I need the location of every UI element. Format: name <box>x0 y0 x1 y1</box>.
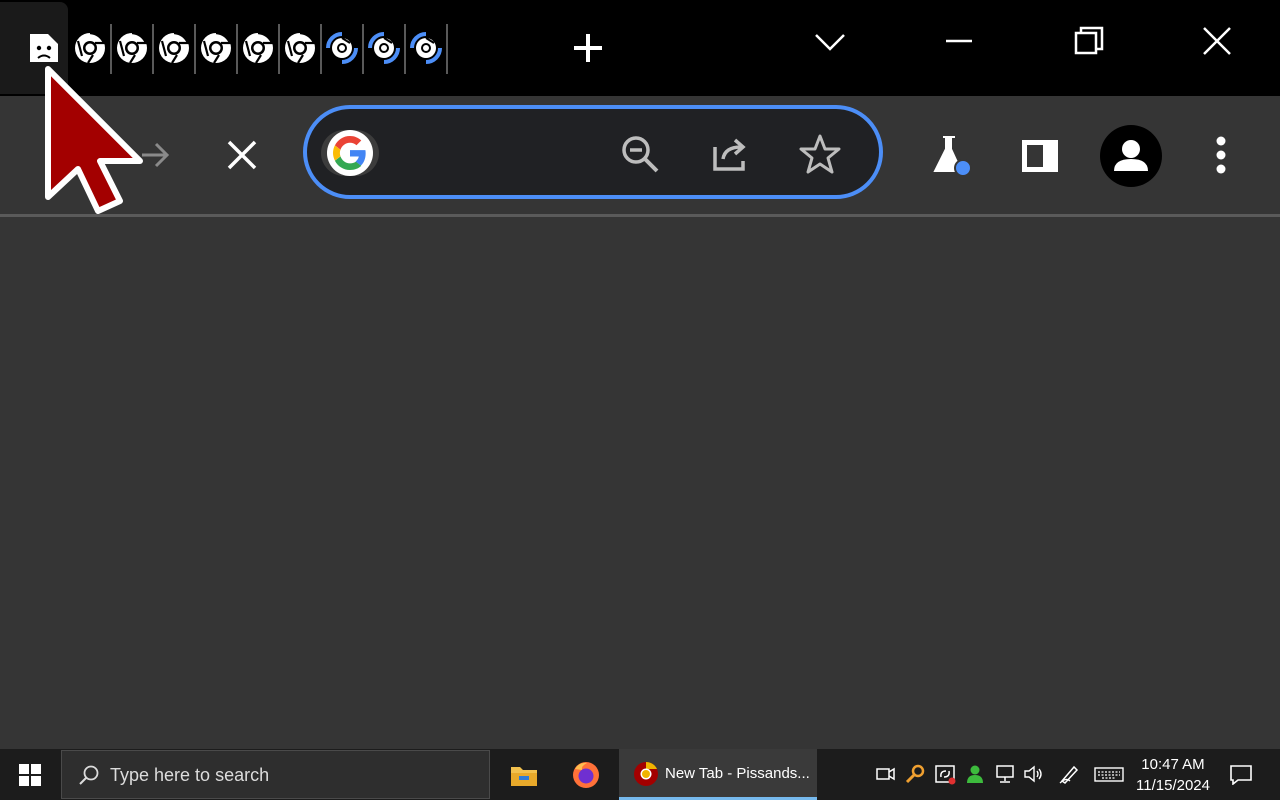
tab-10[interactable] <box>406 20 446 76</box>
taskbar-window-label: New Tab - Pissands... <box>665 765 810 782</box>
tray-meet-now-button[interactable] <box>874 763 896 785</box>
sync-icon <box>935 765 956 785</box>
share-icon <box>713 138 746 171</box>
pen-icon <box>1059 765 1079 784</box>
google-g-icon <box>333 136 366 170</box>
restore-icon <box>1074 26 1104 55</box>
chrome-icon <box>243 31 274 64</box>
tab-strip <box>0 0 1280 96</box>
profile-button[interactable] <box>1099 124 1163 188</box>
keyboard-icon <box>1094 767 1124 782</box>
clock-time: 10:47 AM <box>1141 756 1205 773</box>
profile-avatar-icon <box>1100 125 1162 187</box>
side-panel-icon <box>1022 140 1058 172</box>
tab-5[interactable] <box>196 20 236 76</box>
search-placeholder: Type here to search <box>110 765 270 785</box>
bookmark-button[interactable] <box>797 131 843 177</box>
close-icon <box>227 140 257 170</box>
firefox-icon <box>573 761 599 788</box>
tab-search-button[interactable] <box>808 20 852 64</box>
restore-button[interactable] <box>1066 18 1112 64</box>
zoom-button[interactable] <box>617 131 663 177</box>
site-info-button[interactable] <box>321 130 379 176</box>
windows-logo-icon <box>19 763 41 786</box>
zoom-out-icon <box>622 136 659 173</box>
sad-file-icon <box>30 34 58 62</box>
file-explorer-icon <box>511 766 537 786</box>
network-icon <box>996 765 1014 783</box>
side-panel-button[interactable] <box>1016 132 1064 180</box>
tab-9[interactable] <box>364 20 404 76</box>
chrome-icon <box>326 32 358 64</box>
taskbar: Type here to search New Tab - Pissands..… <box>0 749 1280 800</box>
chrome-icon <box>368 32 400 64</box>
meet-now-icon <box>876 767 895 781</box>
search-icon <box>79 765 99 785</box>
taskbar-search-box[interactable]: Type here to search <box>61 750 490 799</box>
address-input[interactable] <box>391 133 595 173</box>
share-button[interactable] <box>707 131 753 177</box>
notification-icon <box>1230 764 1252 785</box>
tab-7[interactable] <box>280 20 320 76</box>
user-icon <box>967 765 983 783</box>
menu-button[interactable] <box>1198 132 1244 178</box>
start-button[interactable] <box>0 749 60 800</box>
firefox-button[interactable] <box>562 749 610 800</box>
page-content[interactable] <box>0 217 1280 749</box>
chrome-icon <box>410 32 442 64</box>
chrome-icon <box>634 761 658 786</box>
chevron-down-icon <box>815 34 845 51</box>
close-window-button[interactable] <box>1194 18 1240 64</box>
search-key-icon <box>905 764 925 784</box>
more-vert-icon <box>1216 136 1226 174</box>
tray-network-button[interactable] <box>994 763 1016 785</box>
bookmark-star-icon <box>799 134 841 174</box>
close-icon <box>1203 27 1231 55</box>
tray-sync-button[interactable] <box>934 763 956 785</box>
file-explorer-button[interactable] <box>500 749 548 800</box>
tab-4[interactable] <box>154 20 194 76</box>
tray-user-button[interactable] <box>964 763 986 785</box>
new-tab-button[interactable] <box>566 26 610 70</box>
tab-6[interactable] <box>238 20 278 76</box>
chrome-icon <box>159 31 190 64</box>
tab-8[interactable] <box>322 20 362 76</box>
stop-loading-button[interactable] <box>219 132 265 178</box>
tray-volume-button[interactable] <box>1022 763 1044 785</box>
tab-separator <box>446 24 448 74</box>
volume-icon <box>1024 765 1042 783</box>
chrome-icon <box>201 31 232 64</box>
minimize-button[interactable] <box>936 18 982 64</box>
chrome-icon <box>285 31 316 64</box>
mouse-cursor-icon <box>45 66 143 214</box>
address-bar[interactable] <box>303 105 883 199</box>
taskbar-chrome-window[interactable]: New Tab - Pissands... <box>619 749 817 800</box>
tray-pen-button[interactable] <box>1058 763 1080 785</box>
notifications-button[interactable] <box>1222 749 1260 800</box>
minimize-icon <box>946 39 972 43</box>
chrome-icon <box>117 31 148 64</box>
plus-icon <box>574 34 602 62</box>
labs-button[interactable] <box>926 130 976 180</box>
clock[interactable]: 10:47 AM 11/15/2024 <box>1128 754 1218 796</box>
clock-date: 11/15/2024 <box>1136 777 1210 794</box>
tray-keyboard-button[interactable] <box>1094 763 1124 785</box>
tray-search-key-button[interactable] <box>904 763 926 785</box>
labs-flask-icon <box>933 136 972 177</box>
chrome-icon <box>75 31 106 64</box>
